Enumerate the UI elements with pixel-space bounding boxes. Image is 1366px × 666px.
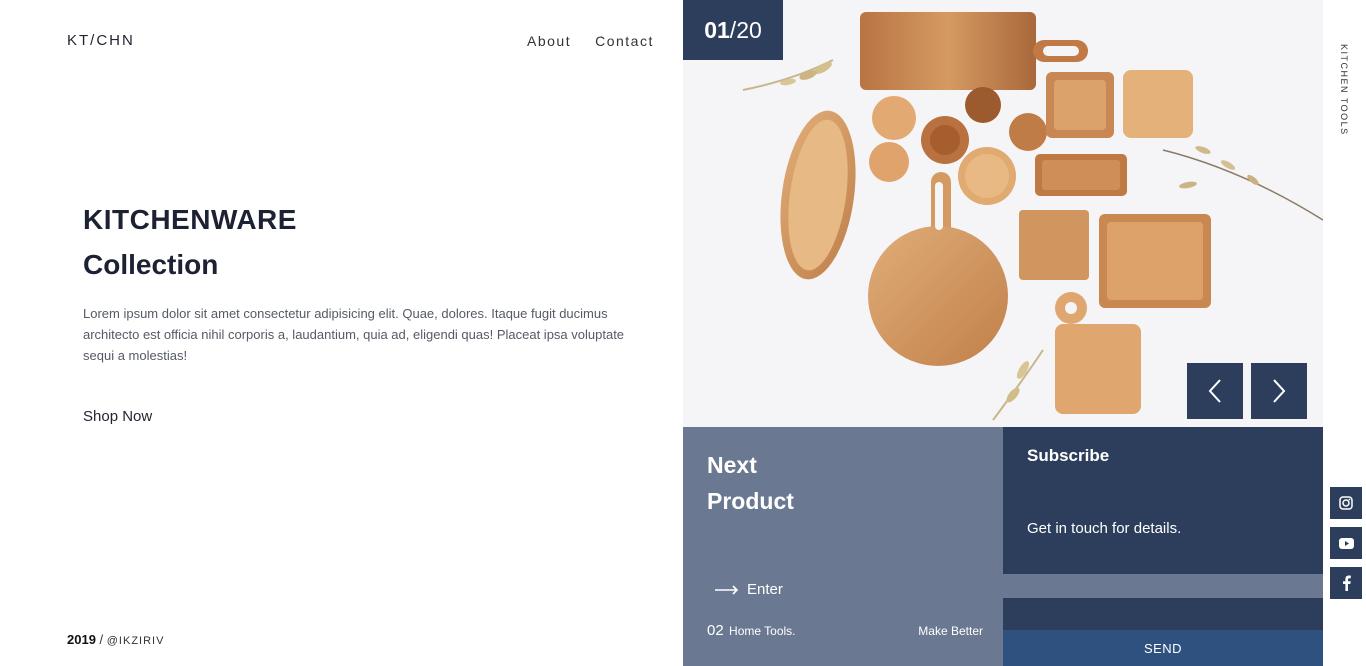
prev-slide-button[interactable] xyxy=(1187,363,1243,419)
side-label: KITCHEN TOOLS xyxy=(1339,44,1349,136)
hero-title: KITCHENWARE Collection xyxy=(83,197,297,287)
next-product-name: Home Tools. xyxy=(729,624,796,638)
slide-current: 01 xyxy=(704,16,730,43)
next-product-info: 02 Home Tools. xyxy=(707,622,796,639)
hero-description: Lorem ipsum dolor sit amet consectetur a… xyxy=(83,306,625,363)
footer-year: 2019 xyxy=(67,632,96,647)
subscribe-title: Subscribe xyxy=(1027,446,1110,465)
facebook-icon xyxy=(1342,575,1351,591)
subscribe-divider xyxy=(1003,574,1323,598)
chevron-left-icon xyxy=(1208,379,1221,403)
slide-counter: 01 / 20 xyxy=(683,0,783,60)
next-product-card: Next Product Enter 02 Home Tools. Make B… xyxy=(683,427,1003,666)
instagram-button[interactable] xyxy=(1330,487,1362,519)
footer-credit: 2019 / @IKZIRIV xyxy=(67,632,164,647)
slide-total: 20 xyxy=(736,16,762,43)
nav-contact[interactable]: Contact xyxy=(595,33,654,49)
send-button[interactable]: SEND xyxy=(1003,630,1323,666)
enter-label: Enter xyxy=(747,581,783,598)
youtube-button[interactable] xyxy=(1330,527,1362,559)
next-title-line1: Next xyxy=(707,452,757,478)
main-nav: About Contact xyxy=(527,33,654,49)
hero-title-line1: KITCHENWARE xyxy=(83,204,297,235)
nav-about[interactable]: About xyxy=(527,33,571,49)
shop-now-link[interactable]: Shop Now xyxy=(83,408,152,425)
footer-handle[interactable]: @IKZIRIV xyxy=(107,635,165,647)
subscribe-card: Subscribe Get in touch for details. xyxy=(1003,427,1323,574)
hero-title-line2: Collection xyxy=(83,249,219,280)
subscribe-text: Get in touch for details. xyxy=(1027,520,1182,537)
arrow-right-icon xyxy=(715,584,739,595)
site-logo[interactable]: KT/CHN xyxy=(67,32,135,49)
next-product-meta: 02 Home Tools. Make Better xyxy=(707,622,983,639)
next-product-number: 02 xyxy=(707,622,724,639)
youtube-icon xyxy=(1338,537,1354,549)
enter-link[interactable]: Enter xyxy=(715,581,783,598)
next-slide-button[interactable] xyxy=(1251,363,1307,419)
instagram-icon xyxy=(1339,496,1353,510)
next-title-line2: Product xyxy=(707,488,794,514)
footer-separator: / xyxy=(95,632,107,647)
chevron-right-icon xyxy=(1273,379,1286,403)
next-product-title: Next Product xyxy=(707,447,794,519)
facebook-button[interactable] xyxy=(1330,567,1362,599)
next-product-tagline: Make Better xyxy=(918,624,983,638)
subscribe-email-input[interactable] xyxy=(1003,598,1323,630)
